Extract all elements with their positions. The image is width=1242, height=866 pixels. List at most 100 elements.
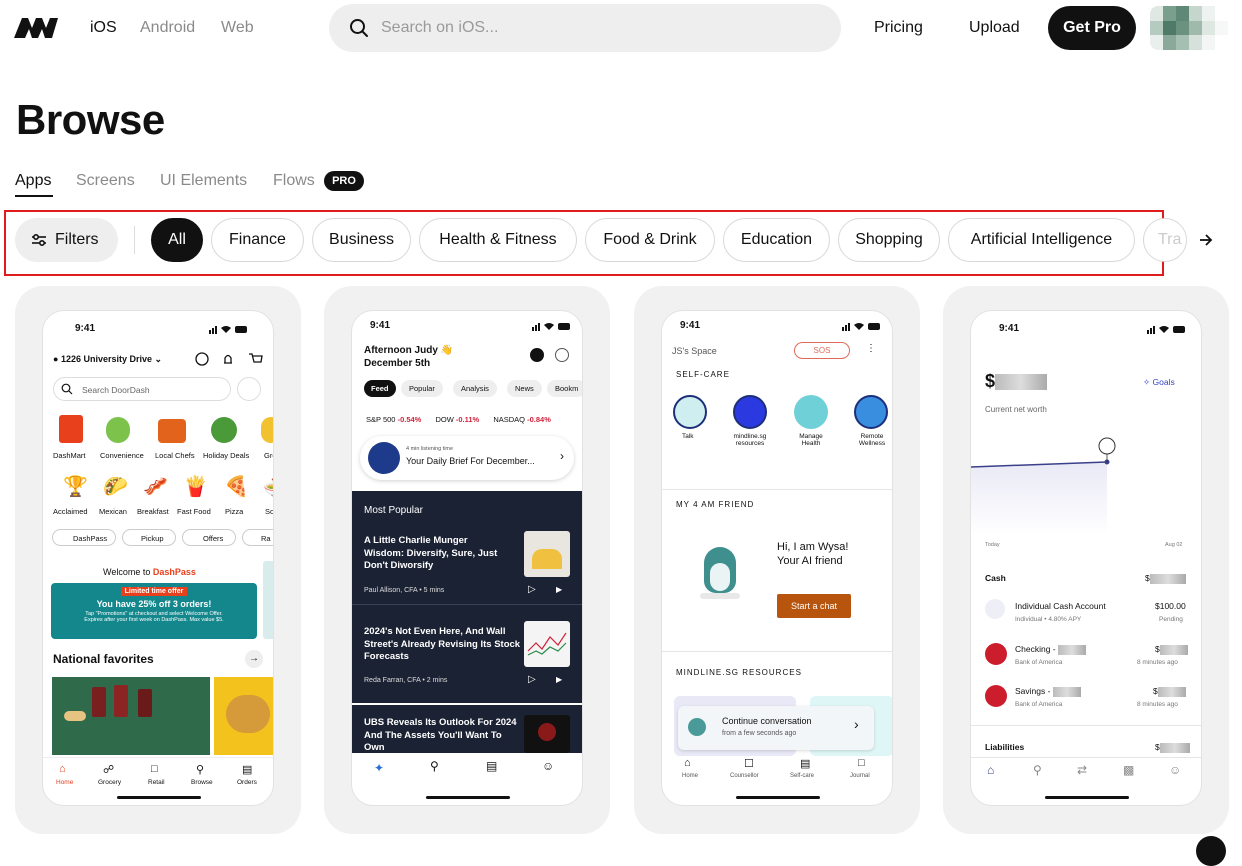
platform-ios[interactable]: iOS	[90, 19, 117, 37]
gift-icon[interactable]: ▩	[1123, 763, 1134, 777]
app-card-finance-news[interactable]: 9:41 Afternoon Judy 👋 December 5th Feed …	[324, 286, 610, 834]
app-card-doordash[interactable]: 9:41 ● 1226 University Drive ⌄ Search Do…	[15, 286, 301, 834]
grocery-icon[interactable]: ☍	[103, 763, 114, 776]
account-notification-cart-icons[interactable]	[195, 352, 263, 366]
rating-pill[interactable]: Ra	[242, 529, 273, 546]
tab-ui-elements[interactable]: UI Elements	[160, 172, 247, 190]
profile-icon[interactable]: ☺	[1169, 763, 1181, 777]
dashmart-icon[interactable]	[59, 415, 83, 443]
search-icon[interactable]: ⚲	[1033, 763, 1042, 777]
burger-image[interactable]	[214, 677, 273, 755]
play-icon[interactable]: ▶	[556, 675, 562, 684]
browse-icon[interactable]: ⚲	[196, 763, 204, 776]
start-chat-button[interactable]: Start a chat	[777, 594, 851, 618]
talk-icon[interactable]	[673, 395, 707, 429]
doordash-search-field[interactable]: Search DoorDash	[53, 377, 231, 401]
search-bar[interactable]	[329, 4, 841, 52]
chart-icon[interactable]: ▤	[486, 759, 497, 773]
filters-button[interactable]: Filters	[15, 218, 118, 262]
category-chip-all[interactable]: All	[151, 218, 203, 262]
bacon-icon[interactable]: 🥓	[143, 474, 168, 499]
account-name[interactable]: Checking -	[1015, 644, 1087, 655]
goals-link[interactable]: ✧ Goals	[1143, 377, 1175, 388]
daily-brief-player[interactable]: 4 min listening time Your Daily Brief Fo…	[360, 436, 574, 480]
tab-flows[interactable]: Flows	[273, 172, 315, 190]
search-input[interactable]	[381, 16, 821, 40]
avatar[interactable]	[1150, 6, 1228, 50]
fries-icon[interactable]: 🍟	[183, 474, 208, 499]
feed-tab[interactable]: News	[507, 380, 542, 397]
offers-pill[interactable]: Offers	[182, 529, 236, 546]
app-card-wysa[interactable]: 9:41 JS's Space SOS ⋮ SELF-CARE Talk min…	[634, 286, 920, 834]
play-icon[interactable]: ▶	[556, 585, 562, 594]
self-care-icon[interactable]: ▤	[800, 757, 810, 770]
category-chip-health-fitness[interactable]: Health & Fitness	[419, 218, 577, 262]
pizza-icon[interactable]: 🍕	[224, 474, 249, 499]
category-chip-food-drink[interactable]: Food & Drink	[585, 218, 715, 262]
get-pro-button[interactable]: Get Pro	[1048, 6, 1136, 50]
community-icon[interactable]: ☺	[542, 759, 554, 773]
bookmark-icon[interactable]: ▷	[528, 584, 536, 595]
feed-tab[interactable]: Popular	[401, 380, 443, 397]
article-card-ubs[interactable]: UBS Reveals Its Outlook For 2024 And The…	[352, 705, 582, 753]
feed-tab[interactable]: Bookm	[547, 380, 582, 397]
search-icon[interactable]: ⚲	[430, 759, 439, 773]
convenience-icon[interactable]	[106, 417, 130, 443]
remote-wellness-icon[interactable]	[854, 395, 888, 429]
home-icon[interactable]: ⌂	[59, 763, 66, 775]
promo-banner[interactable]: Limited time offer You have 25% off 3 or…	[51, 583, 257, 639]
logo-tab-icon[interactable]: ✦	[374, 761, 384, 775]
platform-web[interactable]: Web	[221, 19, 254, 37]
feed-tab[interactable]: Feed	[364, 380, 396, 397]
app-card-banking[interactable]: 9:41 $ ✧ Goals Current net worth Today A…	[943, 286, 1229, 834]
upload-link[interactable]: Upload	[969, 19, 1020, 37]
soup-icon[interactable]: 🍜	[263, 474, 273, 499]
mindline-icon[interactable]	[733, 395, 767, 429]
grocery-icon[interactable]	[261, 417, 273, 443]
pricing-link[interactable]: Pricing	[874, 19, 923, 37]
category-chip-business[interactable]: Business	[312, 218, 411, 262]
counsellor-icon[interactable]: ☐	[744, 757, 754, 770]
next-promo-card[interactable]	[263, 561, 273, 639]
scroll-right-arrow-icon[interactable]	[1196, 230, 1216, 250]
category-chip-travel[interactable]: Tra	[1143, 218, 1187, 262]
account-name[interactable]: Savings -	[1015, 686, 1081, 697]
starbucks-image[interactable]	[52, 677, 210, 755]
article-chart-thumbnail[interactable]	[524, 621, 570, 667]
platform-android[interactable]: Android	[140, 19, 195, 37]
account-name[interactable]: Individual Cash Account	[1015, 601, 1106, 611]
orders-icon[interactable]: ▤	[242, 763, 252, 776]
tab-apps[interactable]: Apps	[15, 172, 51, 190]
home-icon[interactable]: ⌂	[987, 763, 994, 777]
local-chefs-icon[interactable]	[158, 419, 186, 443]
transfer-icon[interactable]: ⇄	[1077, 763, 1087, 777]
notifications-icon[interactable]	[530, 348, 544, 362]
address-label[interactable]: ● 1226 University Drive ⌄	[53, 354, 162, 365]
bookmark-icon[interactable]: ▷	[528, 674, 536, 685]
pickup-pill[interactable]: Pickup	[122, 529, 176, 546]
tab-screens[interactable]: Screens	[76, 172, 135, 190]
trophy-icon[interactable]: 🏆	[63, 474, 88, 499]
feed-tab[interactable]: Analysis	[453, 380, 497, 397]
taco-icon[interactable]: 🌮	[103, 474, 128, 499]
retail-icon[interactable]: □	[151, 763, 158, 775]
category-chip-shopping[interactable]: Shopping	[838, 218, 940, 262]
sos-button[interactable]: SOS	[794, 342, 850, 359]
map-button[interactable]	[237, 377, 261, 401]
mobbin-logo-icon[interactable]	[14, 18, 60, 38]
continue-conversation-banner[interactable]: Continue conversation from a few seconds…	[678, 706, 874, 750]
category-chip-education[interactable]: Education	[723, 218, 830, 262]
arrow-right-icon[interactable]: →	[245, 650, 263, 668]
settings-icon[interactable]	[555, 348, 569, 362]
more-options-icon[interactable]: ⋮	[866, 343, 876, 354]
article-title[interactable]: A Little Charlie Munger Wisdom: Diversif…	[364, 535, 504, 573]
dashpass-pill[interactable]: DashPass	[52, 529, 116, 546]
article-thumbnail[interactable]	[524, 531, 570, 577]
journal-icon[interactable]: □	[858, 757, 865, 769]
home-icon[interactable]: ⌂	[684, 757, 691, 769]
category-chip-artificial-intelligence[interactable]: Artificial Intelligence	[948, 218, 1135, 262]
holiday-deals-icon[interactable]	[211, 417, 237, 443]
article-title[interactable]: 2024's Not Even Here, And Wall Street's …	[364, 626, 524, 664]
category-chip-finance[interactable]: Finance	[211, 218, 304, 262]
manage-health-icon[interactable]	[794, 395, 828, 429]
